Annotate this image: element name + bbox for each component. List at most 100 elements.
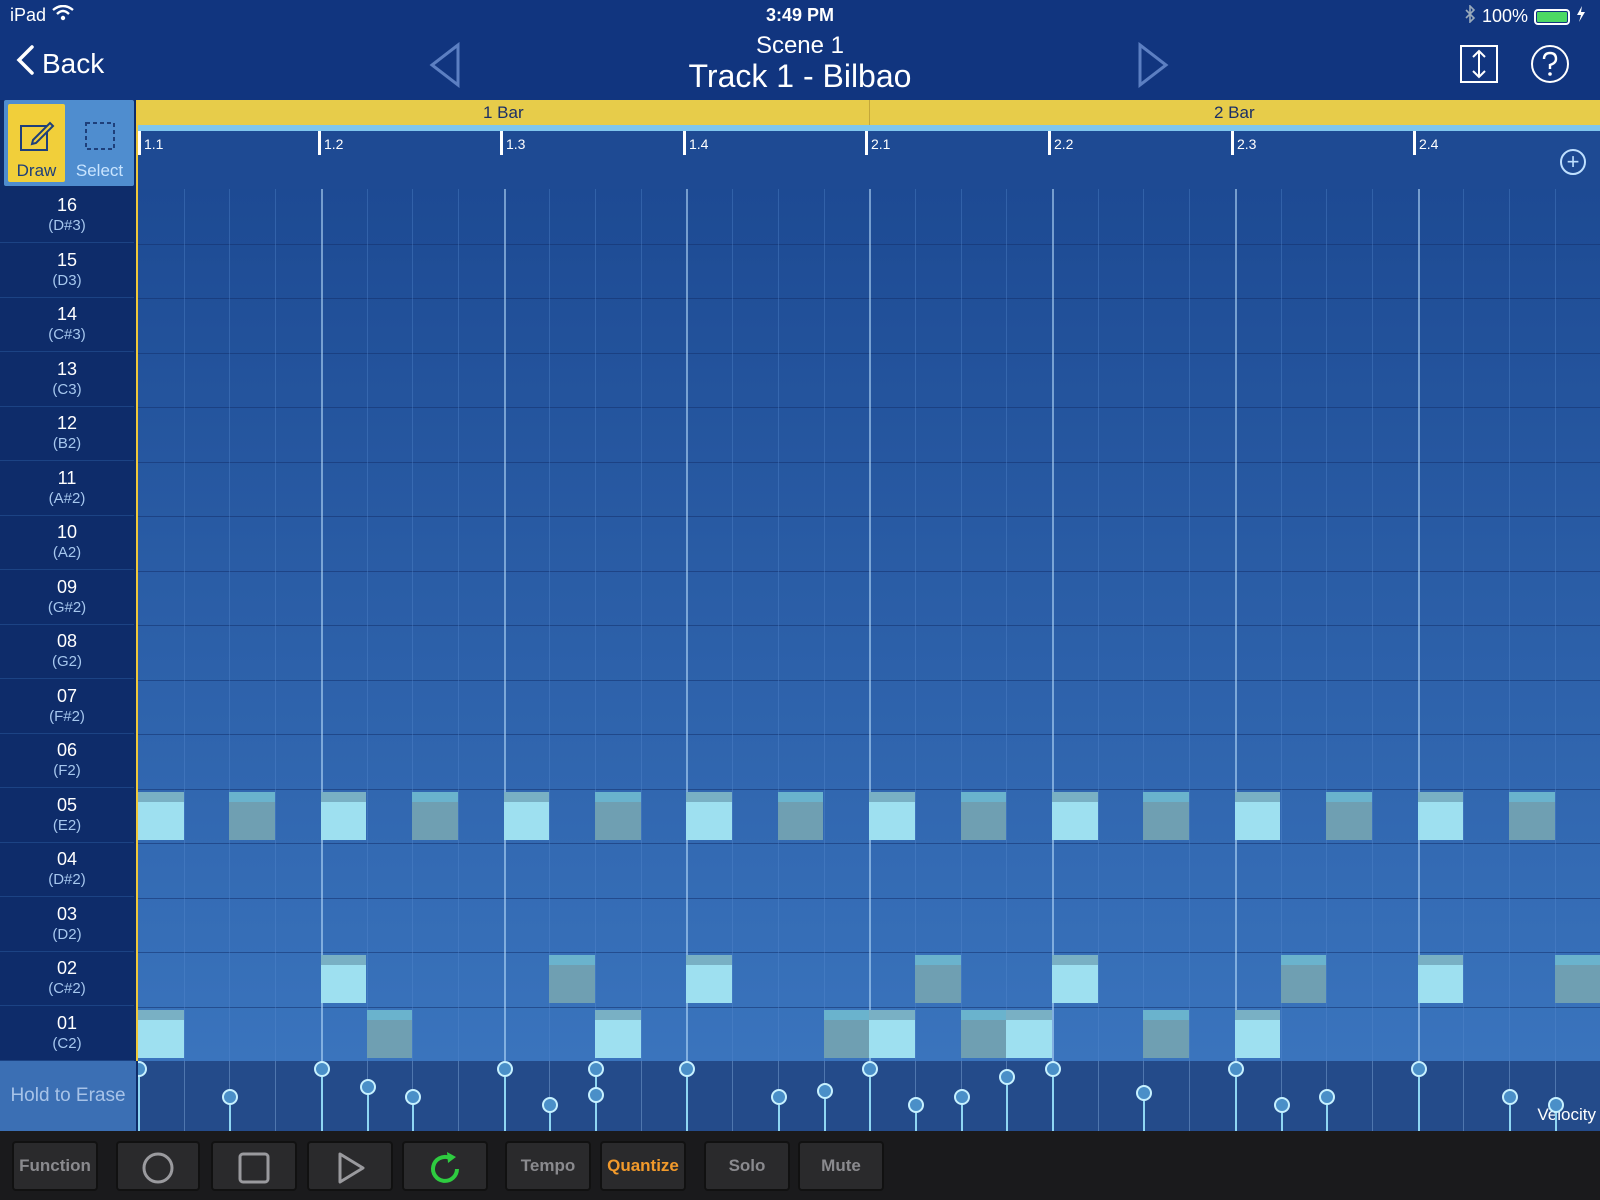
velocity-handle[interactable] [1502, 1089, 1518, 1105]
velocity-handle[interactable] [359, 1079, 376, 1095]
velocity-handle[interactable] [1273, 1097, 1290, 1113]
note-block[interactable] [549, 955, 595, 1003]
playhead[interactable] [136, 100, 138, 1061]
velocity-lane[interactable]: Velocity [138, 1061, 1600, 1131]
velocity-handle[interactable] [588, 1061, 604, 1077]
pad-label[interactable]: 16 (D#3) [0, 189, 134, 243]
note-block[interactable] [869, 791, 915, 840]
add-bar-icon[interactable]: + [1560, 149, 1586, 175]
velocity-handle[interactable] [1227, 1061, 1244, 1077]
note-block[interactable] [1417, 955, 1464, 1003]
pad-label[interactable]: 02 (C#2) [0, 952, 134, 1006]
velocity-handle[interactable] [222, 1089, 239, 1105]
solo-button[interactable]: Solo [704, 1141, 790, 1191]
stop-button[interactable] [211, 1141, 297, 1191]
stop-icon [237, 1152, 271, 1189]
loop-button[interactable] [402, 1141, 488, 1191]
quantize-button[interactable]: Quantize [600, 1141, 686, 1191]
note-block[interactable] [777, 791, 824, 840]
velocity-handle[interactable] [1319, 1089, 1336, 1105]
pad-label[interactable]: 12 (B2) [0, 407, 134, 461]
hold-to-erase-label[interactable]: Hold to Erase [0, 1061, 136, 1131]
note-block[interactable] [1143, 1009, 1190, 1058]
select-tool-button[interactable]: Select [71, 104, 128, 182]
next-track-icon[interactable] [1136, 41, 1170, 93]
note-block[interactable] [138, 791, 184, 840]
velocity-handle[interactable] [816, 1083, 833, 1099]
function-button[interactable]: Function [12, 1141, 98, 1191]
note-block[interactable] [1280, 955, 1327, 1003]
note-block[interactable] [1234, 791, 1281, 840]
note-block[interactable] [1052, 955, 1098, 1003]
note-block[interactable] [503, 791, 550, 840]
pad-label[interactable]: 14 (C#3) [0, 298, 134, 352]
velocity-handle[interactable] [862, 1061, 879, 1077]
pad-label[interactable]: 08 (G2) [0, 625, 134, 679]
note-block[interactable] [595, 791, 641, 840]
note-block[interactable] [1234, 1009, 1281, 1058]
velocity-handle[interactable] [588, 1087, 604, 1103]
note-block[interactable] [412, 791, 458, 840]
tempo-button[interactable]: Tempo [505, 1141, 591, 1191]
note-block[interactable] [823, 1009, 870, 1058]
note-block[interactable] [320, 955, 367, 1003]
velocity-handle[interactable] [1136, 1085, 1153, 1101]
velocity-handle[interactable] [999, 1069, 1016, 1085]
mute-button[interactable]: Mute [798, 1141, 884, 1191]
note-block[interactable] [960, 791, 1007, 840]
velocity-handle[interactable] [907, 1097, 924, 1113]
note-block[interactable] [960, 1009, 1007, 1058]
pad-label[interactable]: 06 (F2) [0, 734, 134, 788]
note-block[interactable] [366, 1009, 413, 1058]
velocity-handle[interactable] [953, 1089, 970, 1105]
note-grid[interactable] [138, 189, 1600, 1061]
pad-label[interactable]: 03 (D2) [0, 898, 134, 952]
velocity-handle[interactable] [138, 1061, 147, 1077]
note-block[interactable] [1509, 791, 1555, 840]
note-block[interactable] [1417, 791, 1464, 840]
velocity-handle[interactable] [1410, 1061, 1427, 1077]
note-block[interactable] [1006, 1009, 1052, 1058]
expand-vertical-icon[interactable] [1459, 44, 1499, 84]
note-block[interactable] [1554, 955, 1600, 1003]
grid-column-line [1463, 189, 1465, 1061]
velocity-handle[interactable] [313, 1061, 330, 1077]
note-block[interactable] [1052, 791, 1098, 840]
velocity-stem [1052, 1077, 1054, 1131]
pad-label[interactable]: 07 (F#2) [0, 680, 134, 734]
note-block[interactable] [1143, 791, 1190, 840]
pad-label[interactable]: 15 (D3) [0, 244, 134, 298]
pad-label[interactable]: 04 (D#2) [0, 843, 134, 897]
velocity-handle[interactable] [496, 1061, 513, 1077]
velocity-handle[interactable] [1547, 1097, 1564, 1113]
play-button[interactable] [307, 1141, 393, 1191]
pad-label[interactable]: 05 (E2) [0, 789, 134, 843]
note-block[interactable] [320, 791, 367, 840]
velocity-handle[interactable] [542, 1097, 559, 1113]
pad-number: 14 [56, 304, 78, 324]
note-block[interactable] [595, 1009, 641, 1058]
velocity-handle[interactable] [679, 1061, 696, 1077]
note-block[interactable] [138, 1009, 184, 1058]
record-button[interactable] [116, 1141, 200, 1191]
velocity-handle[interactable] [770, 1089, 787, 1105]
note-block[interactable] [229, 791, 276, 840]
draw-tool-button[interactable]: Draw [8, 104, 65, 182]
help-icon[interactable] [1530, 44, 1570, 84]
pad-label[interactable]: 10 (A2) [0, 516, 134, 570]
velocity-handle[interactable] [1045, 1061, 1061, 1077]
pad-label[interactable]: 11 (A#2) [0, 462, 134, 516]
pad-number: 16 [56, 195, 78, 215]
note-block[interactable] [686, 791, 733, 840]
velocity-handle[interactable] [405, 1089, 422, 1105]
note-block[interactable] [686, 955, 733, 1003]
pad-label[interactable]: 13 (C3) [0, 353, 134, 407]
pad-pitch: (D3) [52, 271, 82, 289]
note-block[interactable] [1326, 791, 1372, 840]
grid-column-line [686, 189, 689, 1061]
pad-label[interactable]: 01 (C2) [0, 1007, 134, 1061]
note-block[interactable] [869, 1009, 915, 1058]
note-block[interactable] [914, 955, 961, 1003]
bar-ruler[interactable]: 1 Bar 2 Bar [138, 100, 1600, 125]
pad-label[interactable]: 09 (G#2) [0, 571, 134, 625]
